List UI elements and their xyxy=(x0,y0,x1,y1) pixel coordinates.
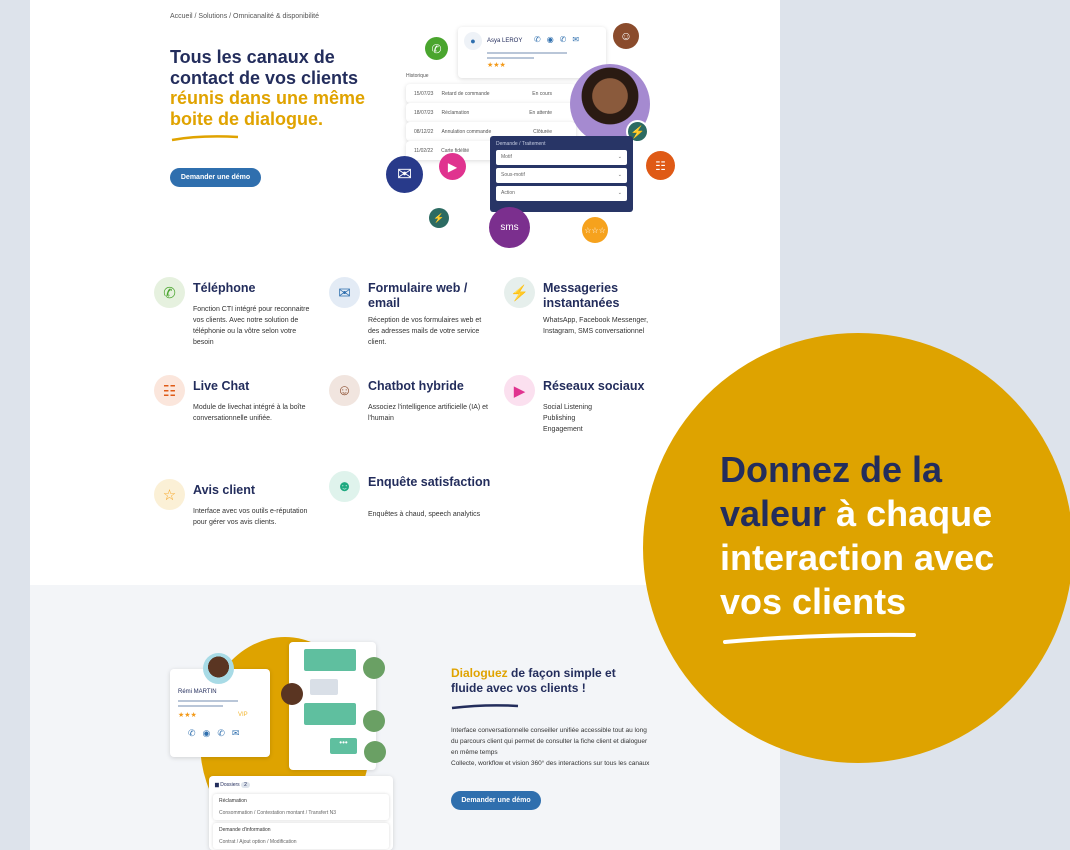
chat-bubble xyxy=(310,679,338,695)
vip-badge: VIP xyxy=(238,712,248,718)
feature-description: Associez l'intelligence artificielle (IA… xyxy=(368,404,488,422)
folders-panel: ▆ Dossiers 2 Réclamation Consommation / C… xyxy=(209,776,393,850)
customer-avatar xyxy=(281,683,303,705)
feature-description: Interface avec vos outils e-réputation p… xyxy=(193,508,308,526)
feature-description: Enquêtes à chaud, speech analytics xyxy=(368,511,481,518)
mail-icon: ✉ xyxy=(329,277,360,308)
feature-title: Live Chat xyxy=(193,379,250,393)
page-title: Tous les canaux de contact de vos client… xyxy=(170,47,366,129)
customer-avatar xyxy=(203,653,234,684)
underline-stroke xyxy=(723,632,916,644)
phone-icon: ✆ xyxy=(154,277,185,308)
underline-stroke xyxy=(171,135,239,142)
chat-bubble xyxy=(304,649,356,671)
robot-icon: ☺ xyxy=(329,375,360,406)
history-row: 18/07/23 Réclamation En attente xyxy=(406,103,576,122)
feature-description: Fonction CTI intégré pour reconnaitre vo… xyxy=(193,306,310,346)
feature-title: Avis client xyxy=(193,483,256,497)
agent-avatar xyxy=(363,657,385,679)
feature-title: Enquête satisfaction xyxy=(368,475,491,489)
breadcrumb[interactable]: Accueil / Solutions / Omnicanalité & dis… xyxy=(170,13,319,20)
feature-title: Réseaux sociaux xyxy=(543,379,645,393)
feature-title: Téléphone xyxy=(193,281,256,295)
rating-stars: ★★★ xyxy=(487,62,506,69)
chat-bubble xyxy=(304,703,356,725)
social-icon: ▶ xyxy=(504,375,535,406)
agent-avatar xyxy=(364,741,386,763)
robot-icon: ☺ xyxy=(613,23,639,49)
messaging-icon: ⚡ xyxy=(429,208,449,228)
sous-motif-select[interactable]: Sous-motif ⌄ xyxy=(496,168,627,183)
history-row: 15/07/23 Retard de commande En cours xyxy=(406,84,576,103)
demo-button[interactable]: Demander une démo xyxy=(451,791,541,810)
agent-avatar xyxy=(363,710,385,732)
mail-icon: ✉ xyxy=(386,156,423,193)
feature-description: Réception de vos formulaires web et des … xyxy=(368,317,482,346)
phone-icon: ✆ xyxy=(425,37,448,60)
stars-icon: ☆ xyxy=(154,479,185,510)
highlight-text: Donnez de la valeur à chaque interaction… xyxy=(720,449,995,622)
action-select[interactable]: Action ⌄ xyxy=(496,186,627,201)
underline-stroke xyxy=(451,704,519,710)
folder-item[interactable]: Réclamation Consommation / Contestation m… xyxy=(213,794,389,820)
history-label: Historique xyxy=(406,73,429,79)
livechat-icon: ☷ xyxy=(646,151,675,180)
messaging-icon: ⚡ xyxy=(504,277,535,308)
demo-button[interactable]: Demander une démo xyxy=(170,168,261,187)
channel-icons: ✆◉✆✉ xyxy=(188,728,247,738)
motif-select[interactable]: Motif ⌄ xyxy=(496,150,627,165)
livechat-icon: ☷ xyxy=(154,375,185,406)
sms-icon: sms xyxy=(489,207,530,248)
user-icon: ● xyxy=(464,32,482,50)
smiley-icon: ☻ xyxy=(329,471,360,502)
contact-name: Asya LEROY xyxy=(487,38,523,44)
feature-description: Social Listening Publishing Engagement xyxy=(543,404,593,433)
request-form: Demande / Traitement Motif ⌄ Sous-motif ⌄ … xyxy=(490,136,633,212)
feature-title: Chatbot hybride xyxy=(368,379,464,393)
feature-description: Module de livechat intégré à la boîte co… xyxy=(193,404,306,422)
channel-icons: ✆◉✆✉ xyxy=(534,35,586,44)
dialog-description: Interface conversationnelle conseiller u… xyxy=(451,727,650,767)
dialog-title: Dialoguez de façon simple et fluide avec… xyxy=(451,666,616,695)
folder-item[interactable]: Demande d'information Contrat / Ajout opt… xyxy=(213,823,389,849)
contact-card: ● Asya LEROY ★★★ ✆◉✆✉ xyxy=(458,27,606,78)
feature-description: WhatsApp, Facebook Messenger, Instagram,… xyxy=(543,317,649,335)
stars-icon: ☆☆☆ xyxy=(582,217,608,243)
feature-title: Messageries instantanées xyxy=(543,281,620,310)
social-icon: ▶ xyxy=(439,153,466,180)
feature-title: Formulaire web / email xyxy=(368,281,468,310)
typing-bubble: ••• xyxy=(330,738,357,754)
